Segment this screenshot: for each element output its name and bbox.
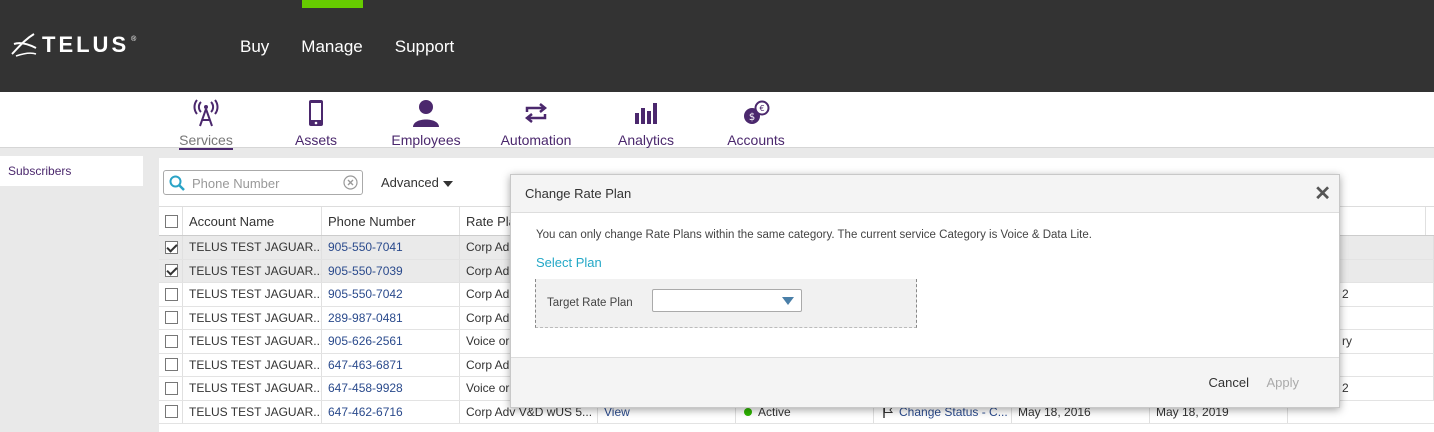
target-rate-plan-select[interactable] xyxy=(652,289,802,312)
phone-number-link[interactable]: 647-463-6871 xyxy=(322,353,460,376)
phone-number-link[interactable]: 647-458-9928 xyxy=(322,377,460,400)
left-panel: Subscribers xyxy=(0,150,148,432)
row-checkbox[interactable] xyxy=(165,358,178,372)
tab-analytics-label: Analytics xyxy=(617,132,675,148)
header-phone-number[interactable]: Phone Number xyxy=(322,207,460,235)
header-checkbox-cell xyxy=(159,207,183,235)
tab-analytics[interactable]: Analytics xyxy=(591,98,701,150)
header-account-name[interactable]: Account Name xyxy=(183,207,322,235)
status-active-icon xyxy=(744,407,752,416)
tab-services-label: Services xyxy=(179,132,233,150)
nav-manage[interactable]: Manage xyxy=(301,37,362,57)
select-all-checkbox[interactable] xyxy=(165,214,178,228)
phone-number-link[interactable]: 905-550-7041 xyxy=(322,236,460,259)
brand-name: TELUS xyxy=(42,32,130,57)
tab-employees-label: Employees xyxy=(391,132,461,148)
active-nav-indicator xyxy=(302,0,363,8)
row-checkbox-cell xyxy=(159,236,183,259)
row-checkbox[interactable] xyxy=(165,381,178,395)
tab-accounts-label: Accounts xyxy=(727,132,785,148)
row-checkbox-cell xyxy=(159,400,183,423)
close-icon[interactable]: ✕ xyxy=(1314,181,1331,206)
dropdown-arrow-icon xyxy=(782,297,794,305)
row-checkbox-cell xyxy=(159,259,183,282)
row-checkbox[interactable] xyxy=(165,405,178,419)
account-name-cell: TELUS TEST JAGUAR... xyxy=(183,330,322,353)
tab-assets[interactable]: Assets xyxy=(261,98,371,150)
row-checkbox[interactable] xyxy=(165,311,178,325)
antenna-icon xyxy=(193,99,219,127)
nav-support[interactable]: Support xyxy=(395,37,455,57)
account-name-cell: TELUS TEST JAGUAR... xyxy=(183,283,322,306)
advanced-dropdown[interactable]: Advanced xyxy=(381,175,453,190)
telus-mark-icon xyxy=(11,33,37,57)
row-checkbox[interactable] xyxy=(165,287,178,301)
telus-logo[interactable]: TELUS ® xyxy=(10,30,136,60)
row-checkbox-cell xyxy=(159,353,183,376)
top-bar: TELUS ® Buy Manage Support xyxy=(0,0,1434,92)
coins-icon: $ € xyxy=(744,100,770,124)
row-checkbox-cell xyxy=(159,283,183,306)
bar-chart-icon xyxy=(635,103,657,124)
phone-number-link[interactable]: 905-626-2561 xyxy=(322,330,460,353)
phone-number-link[interactable]: 905-550-7039 xyxy=(322,259,460,282)
nav-buy[interactable]: Buy xyxy=(240,37,269,57)
top-nav: Buy Manage Support xyxy=(240,37,486,57)
search-input[interactable]: Phone Number xyxy=(163,170,363,195)
trademark: ® xyxy=(131,35,137,43)
select-plan-heading: Select Plan xyxy=(536,255,602,270)
dialog-title: Change Rate Plan xyxy=(525,186,632,201)
row-checkbox[interactable] xyxy=(165,334,178,348)
search-icon xyxy=(169,175,185,191)
account-name-cell: TELUS TEST JAGUAR... xyxy=(183,400,322,423)
phone-number-link[interactable]: 905-550-7042 xyxy=(322,283,460,306)
tab-accounts[interactable]: $ € Accounts xyxy=(701,98,811,150)
svg-text:€: € xyxy=(759,104,764,113)
search-placeholder: Phone Number xyxy=(192,176,280,191)
mobile-phone-icon xyxy=(309,100,323,126)
section-nav: Services Assets Employees Automation Ana… xyxy=(0,92,1434,150)
account-name-cell: TELUS TEST JAGUAR... xyxy=(183,353,322,376)
account-name-cell: TELUS TEST JAGUAR... xyxy=(183,236,322,259)
chevron-down-icon xyxy=(442,180,453,187)
person-icon xyxy=(413,100,439,127)
account-name-cell: TELUS TEST JAGUAR... xyxy=(183,306,322,329)
account-name-cell: TELUS TEST JAGUAR... xyxy=(183,259,322,282)
tab-services[interactable]: Services xyxy=(151,98,261,150)
plan-selection-box: Target Rate Plan xyxy=(535,279,917,328)
account-name-cell: TELUS TEST JAGUAR... xyxy=(183,377,322,400)
row-checkbox-cell xyxy=(159,306,183,329)
phone-number-link[interactable]: 289-987-0481 xyxy=(322,306,460,329)
apply-button[interactable]: Apply xyxy=(1266,375,1299,390)
tab-automation-label: Automation xyxy=(500,132,572,148)
advanced-label: Advanced xyxy=(381,175,439,190)
svg-text:$: $ xyxy=(749,112,755,123)
row-checkbox-cell xyxy=(159,330,183,353)
row-checkbox[interactable] xyxy=(165,264,178,278)
row-checkbox-cell xyxy=(159,377,183,400)
tab-assets-label: Assets xyxy=(294,132,337,148)
tab-automation[interactable]: Automation xyxy=(481,98,591,150)
sidebar-item-subscribers[interactable]: Subscribers xyxy=(0,156,143,186)
cancel-button[interactable]: Cancel xyxy=(1209,375,1249,390)
row-checkbox[interactable] xyxy=(165,240,178,254)
tab-employees[interactable]: Employees xyxy=(371,98,481,150)
clear-icon[interactable] xyxy=(343,175,358,190)
dialog-header: Change Rate Plan ✕ xyxy=(511,175,1339,213)
target-rate-plan-label: Target Rate Plan xyxy=(547,297,633,309)
cycle-arrows-icon xyxy=(524,103,548,123)
dialog-footer: Cancel Apply xyxy=(511,357,1339,407)
dialog-message: You can only change Rate Plans within th… xyxy=(536,229,1092,241)
phone-number-link[interactable]: 647-462-6716 xyxy=(322,400,460,423)
change-rate-plan-dialog: Change Rate Plan ✕ You can only change R… xyxy=(510,174,1340,408)
